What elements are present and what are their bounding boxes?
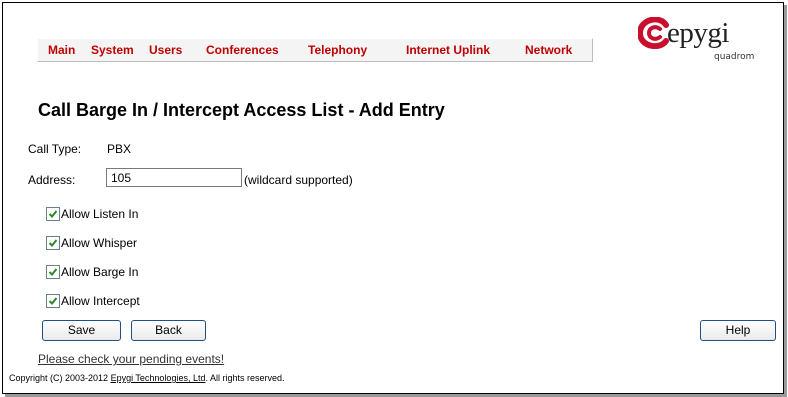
allow-whisper-checkbox[interactable] [46, 236, 60, 250]
copyright-notice: Copyright (C) 2003-2012 Epygi Technologi… [9, 373, 285, 383]
save-button[interactable]: Save [42, 320, 121, 341]
allow-intercept-checkbox[interactable] [46, 294, 60, 308]
nav-internet-uplink[interactable]: Internet Uplink [406, 43, 490, 57]
epygi-logo-mark-icon [638, 17, 669, 49]
epygi-logo: epygi quadrom [638, 17, 778, 67]
address-hint: (wildcard supported) [244, 173, 353, 187]
logo-wordmark: epygi [667, 17, 729, 49]
help-button[interactable]: Help [700, 320, 776, 341]
main-frame: Main System Users Conferences Telephony … [2, 2, 784, 394]
nav-conferences[interactable]: Conferences [206, 43, 279, 57]
nav-system[interactable]: System [91, 43, 134, 57]
check-icon [48, 239, 58, 247]
check-icon [48, 210, 58, 218]
call-type-value: PBX [107, 142, 132, 156]
check-icon [48, 268, 58, 276]
top-nav-bar: Main System Users Conferences Telephony … [37, 38, 593, 62]
allow-listen-in-label[interactable]: Allow Listen In [61, 207, 138, 221]
nav-network[interactable]: Network [525, 43, 572, 57]
allow-whisper-label[interactable]: Allow Whisper [61, 236, 137, 250]
nav-users[interactable]: Users [149, 43, 182, 57]
nav-telephony[interactable]: Telephony [308, 43, 367, 57]
company-link[interactable]: Epygi Technologies, Ltd [111, 373, 206, 383]
copyright-suffix: . All rights reserved. [205, 373, 285, 383]
back-button[interactable]: Back [131, 320, 206, 341]
allow-listen-in-checkbox[interactable] [46, 207, 60, 221]
address-input[interactable] [106, 168, 242, 187]
pending-events-link[interactable]: Please check your pending events! [38, 352, 224, 366]
call-type-label: Call Type: [28, 142, 82, 156]
allow-barge-in-checkbox[interactable] [46, 265, 60, 279]
address-label: Address: [28, 173, 76, 187]
page-title: Call Barge In / Intercept Access List - … [38, 100, 445, 120]
check-icon [48, 297, 58, 305]
copyright-prefix: Copyright (C) 2003-2012 [9, 373, 111, 383]
allow-intercept-label[interactable]: Allow Intercept [61, 294, 140, 308]
allow-barge-in-label[interactable]: Allow Barge In [61, 265, 138, 279]
logo-subtitle: quadrom [714, 52, 755, 62]
nav-main[interactable]: Main [48, 43, 75, 57]
